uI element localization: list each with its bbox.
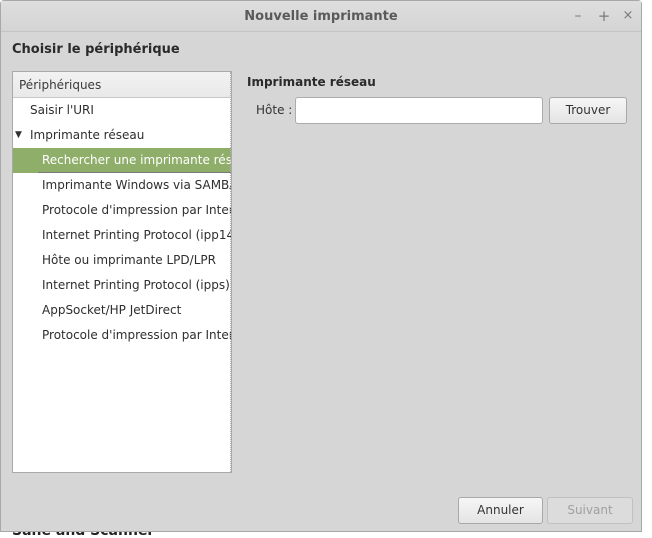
device-item-label: Protocole d'impression par Internet	[42, 203, 231, 217]
minimize-icon[interactable]: –	[569, 7, 587, 25]
device-list-item[interactable]: Internet Printing Protocol (ipps)	[13, 273, 231, 298]
device-item-label: Imprimante Windows via SAMBA	[42, 178, 231, 192]
device-item-label: Saisir l'URI	[30, 103, 94, 117]
next-button[interactable]: Suivant	[547, 497, 633, 524]
devices-column-header[interactable]: Périphériques	[13, 72, 231, 98]
network-printer-title: Imprimante réseau	[247, 75, 376, 89]
device-list-item[interactable]: Hôte ou imprimante LPD/LPR	[13, 248, 231, 273]
device-group-network-printer[interactable]: ▼ Imprimante réseau	[13, 123, 231, 148]
panel-scroll-edge	[230, 72, 231, 472]
page-title: Choisir le périphérique	[12, 42, 180, 57]
device-list-item[interactable]: Internet Printing Protocol (ipp14)	[13, 223, 231, 248]
device-item-label: Imprimante réseau	[30, 128, 145, 142]
cancel-button[interactable]: Annuler	[458, 497, 543, 524]
find-button[interactable]: Trouver	[549, 97, 627, 124]
device-list: Saisir l'URI ▼ Imprimante réseau Rechercher…	[13, 98, 231, 348]
device-item-label: Rechercher une imprimante réseau	[42, 153, 231, 167]
device-item-label: Protocole d'impression par Internet	[42, 328, 231, 342]
device-list-item[interactable]: Protocole d'impression par Internet	[13, 198, 231, 223]
window-title: Nouvelle imprimante	[244, 9, 398, 24]
device-list-item[interactable]: AppSocket/HP JetDirect	[13, 298, 231, 323]
device-list-item[interactable]: Imprimante Windows via SAMBA	[13, 173, 231, 198]
device-item-label: AppSocket/HP JetDirect	[42, 303, 182, 317]
device-list-item[interactable]: Rechercher une imprimante réseau	[13, 148, 231, 173]
close-icon[interactable]: ×	[619, 7, 637, 25]
device-item-label: Hôte ou imprimante LPD/LPR	[42, 253, 216, 267]
expander-down-icon[interactable]: ▼	[15, 123, 25, 148]
device-list-item[interactable]: Protocole d'impression par Internet	[13, 323, 231, 348]
new-printer-dialog: Nouvelle imprimante – + × Choisir le pér…	[0, 0, 642, 532]
host-label: Hôte :	[256, 103, 293, 117]
maximize-icon[interactable]: +	[595, 7, 613, 25]
device-item-label: Internet Printing Protocol (ipp14)	[42, 228, 231, 242]
title-bar[interactable]: Nouvelle imprimante – + ×	[1, 1, 641, 32]
devices-list-panel: Périphériques Saisir l'URI ▼ Imprimante ré…	[12, 71, 232, 473]
device-item-label: Internet Printing Protocol (ipps)	[42, 278, 230, 292]
host-input[interactable]	[295, 97, 543, 124]
device-list-item[interactable]: Saisir l'URI	[13, 98, 231, 123]
